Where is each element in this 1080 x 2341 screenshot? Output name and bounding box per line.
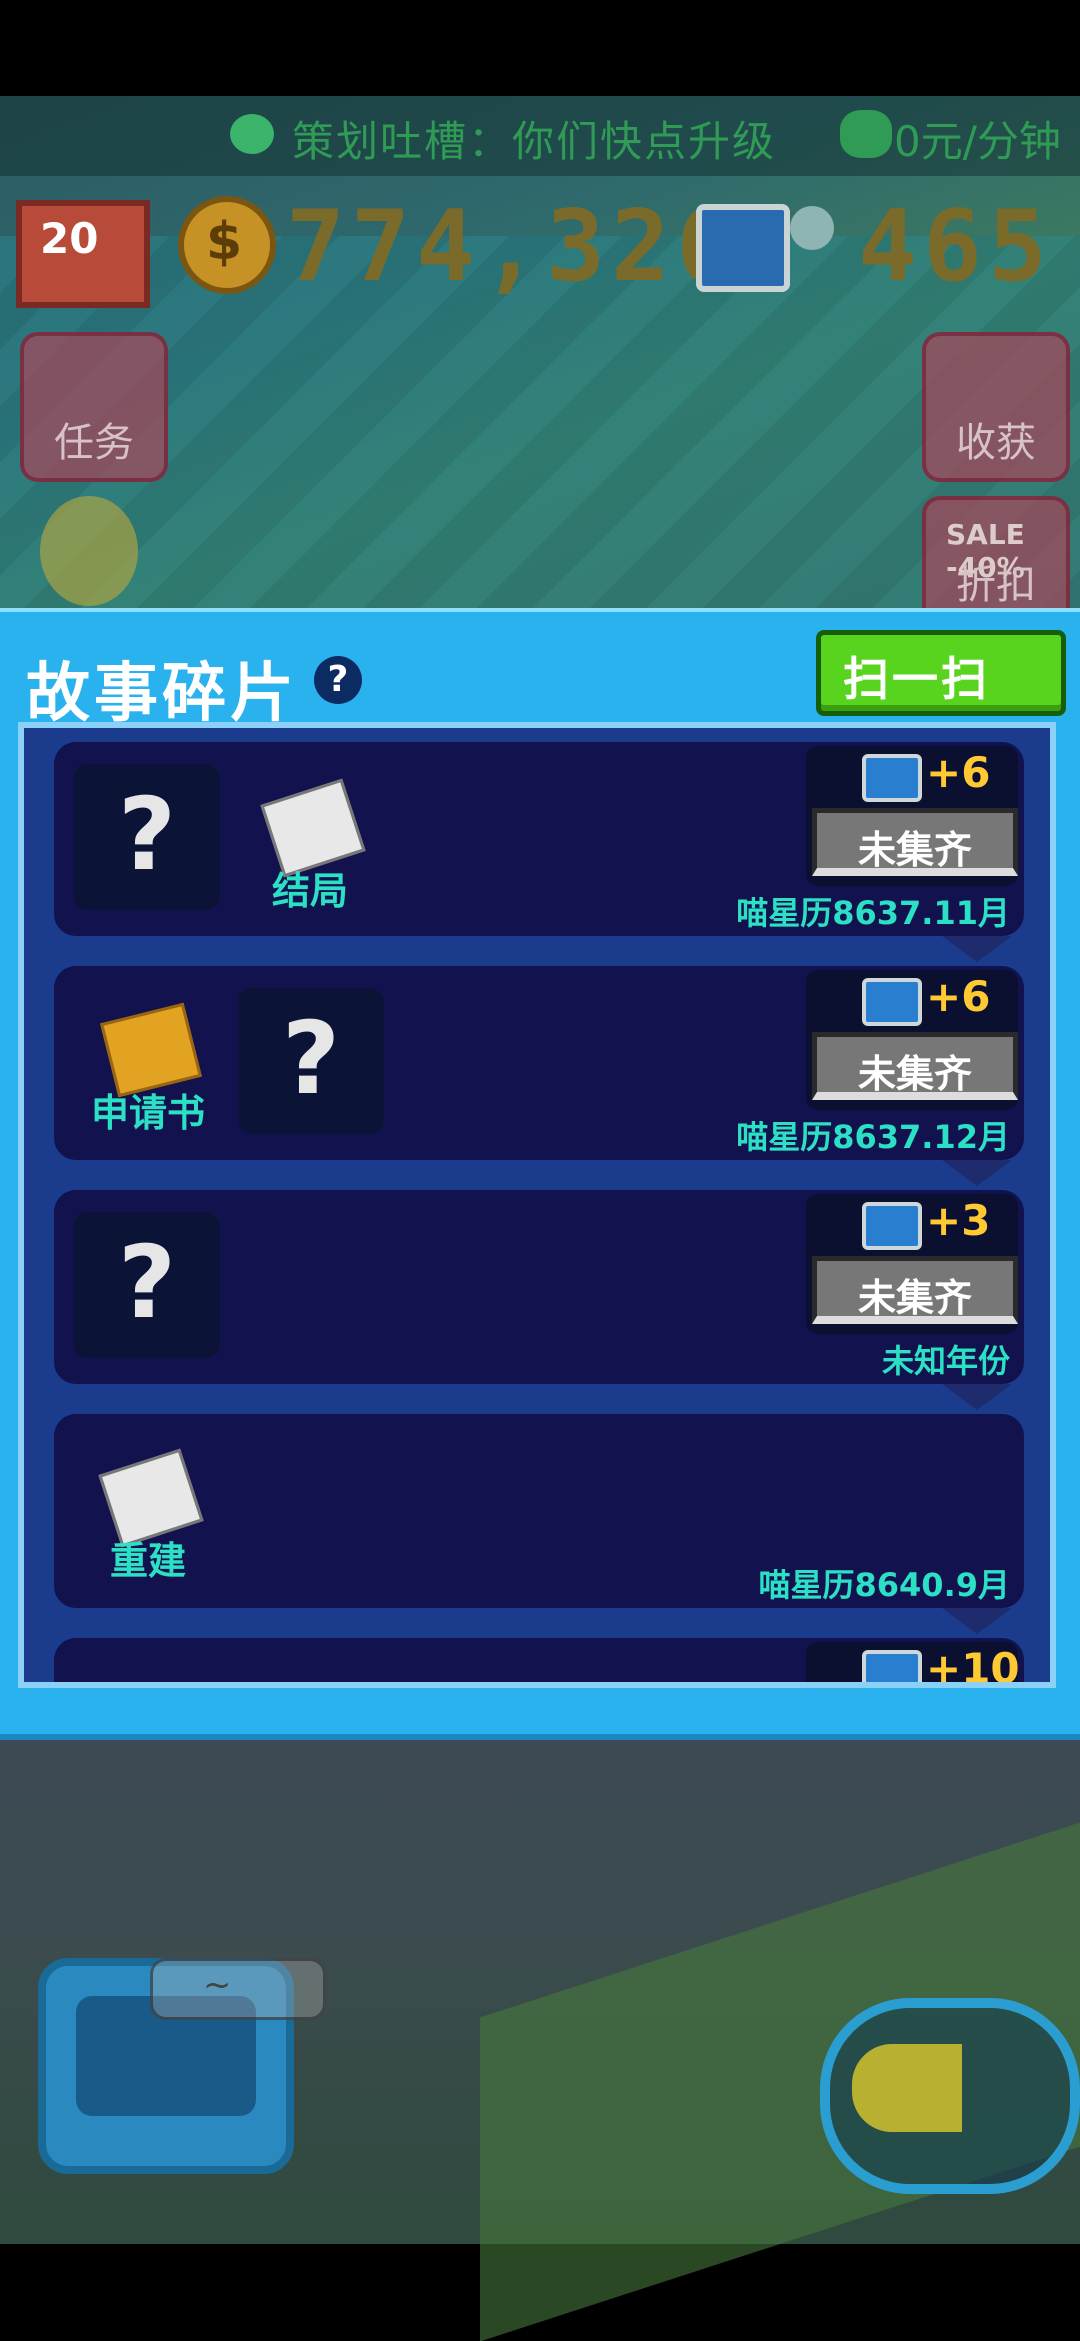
reward-value: +3 — [926, 1196, 991, 1245]
fragment-date: 喵星历8637.12月 — [736, 1118, 1010, 1156]
list-item[interactable]: 申请书 ? +6 未集齐 喵星历8637.12月 — [54, 966, 1024, 1160]
add-fish-icon[interactable] — [790, 206, 834, 250]
cat-energy-widget[interactable] — [820, 1998, 1080, 2194]
locked-fragment-slot[interactable]: ? — [238, 988, 384, 1134]
fragment-item[interactable]: 重建 — [68, 1448, 218, 1592]
chat-bubble-icon — [230, 114, 274, 154]
fragment-label: 重建 — [109, 1539, 186, 1583]
fish-can-icon — [696, 204, 790, 292]
fragment-label: 申请书 — [90, 1091, 205, 1135]
story-fragments-panel: 故事碎片 ? 扫一扫 ? 结局 +6 未集齐 喵星历8637.11月 申请书 ? — [0, 608, 1080, 1740]
fragment-label: 结局 — [271, 869, 348, 913]
scan-button[interactable]: 扫一扫 — [816, 630, 1066, 716]
reward-value: +10 — [926, 1644, 1020, 1688]
energy-fill — [852, 2044, 962, 2132]
fragment-item[interactable]: 结局 — [230, 778, 380, 922]
list-item[interactable]: ? +3 未集齐 未知年份 — [54, 1190, 1024, 1384]
list-item[interactable]: ? 结局 +6 未集齐 喵星历8637.11月 — [54, 742, 1024, 936]
ticker-message: 策划吐槽：你们快点升级 — [292, 117, 777, 166]
fish-can-icon — [862, 978, 922, 1026]
fish-can-icon — [862, 1202, 922, 1250]
fragment-date: 喵星历8640.9月 — [758, 1566, 1011, 1604]
reward-value: +6 — [926, 748, 991, 797]
income-rate: 0元/分钟 — [894, 117, 1061, 166]
locked-fragment-slot[interactable]: ? — [74, 1212, 220, 1358]
help-icon[interactable]: ? — [314, 656, 362, 704]
discount-label: 折扣 — [956, 562, 1036, 608]
connector-arrow — [942, 1384, 1012, 1410]
delivery-truck-button[interactable] — [40, 496, 138, 606]
harvest-button[interactable]: 收获 — [922, 332, 1070, 482]
fish-can-icon — [862, 1650, 922, 1682]
task-label: 任务 — [54, 420, 134, 466]
status-button[interactable]: 未集齐 — [812, 808, 1018, 876]
level-value: 20 — [40, 214, 99, 263]
speech-bubble: ~ — [150, 1958, 326, 2020]
fragment-date: 喵星历8637.11月 — [736, 894, 1010, 932]
task-button[interactable]: 任务 — [20, 332, 168, 482]
news-ticker: 策划吐槽：你们快点升级 0元/分钟 — [0, 96, 1080, 176]
status-button[interactable]: 未集齐 — [812, 1032, 1018, 1100]
connector-arrow — [942, 936, 1012, 962]
connector-arrow — [942, 1608, 1012, 1634]
status-button[interactable]: 未集齐 — [812, 1256, 1018, 1324]
fish-can-icon — [862, 754, 922, 802]
piggy-bank-icon — [840, 110, 892, 158]
status-bar — [0, 0, 1080, 96]
list-item[interactable]: +10 — [54, 1638, 1024, 1688]
fragment-item[interactable]: 申请书 — [68, 1002, 218, 1144]
fragment-list[interactable]: ? 结局 +6 未集齐 喵星历8637.11月 申请书 ? +6 未集齐 喵星历… — [18, 722, 1056, 1688]
panel-title: 故事碎片 — [26, 657, 298, 731]
reward-value: +6 — [926, 972, 991, 1021]
harvest-label: 收获 — [956, 420, 1036, 466]
list-item[interactable]: 重建 喵星历8640.9月 — [54, 1414, 1024, 1608]
coin-icon: $ — [178, 196, 276, 294]
scan-label: 扫一扫 — [843, 652, 990, 706]
locked-fragment-slot[interactable]: ? — [74, 764, 220, 910]
fish-count: 465 — [858, 190, 1054, 304]
fragment-date: 未知年份 — [881, 1342, 1010, 1380]
level-flag[interactable]: 20 — [16, 200, 150, 308]
connector-arrow — [942, 1160, 1012, 1186]
coin-count: 774,326 — [286, 190, 742, 304]
sale-button[interactable]: SALE -40% 折扣 — [922, 496, 1070, 624]
